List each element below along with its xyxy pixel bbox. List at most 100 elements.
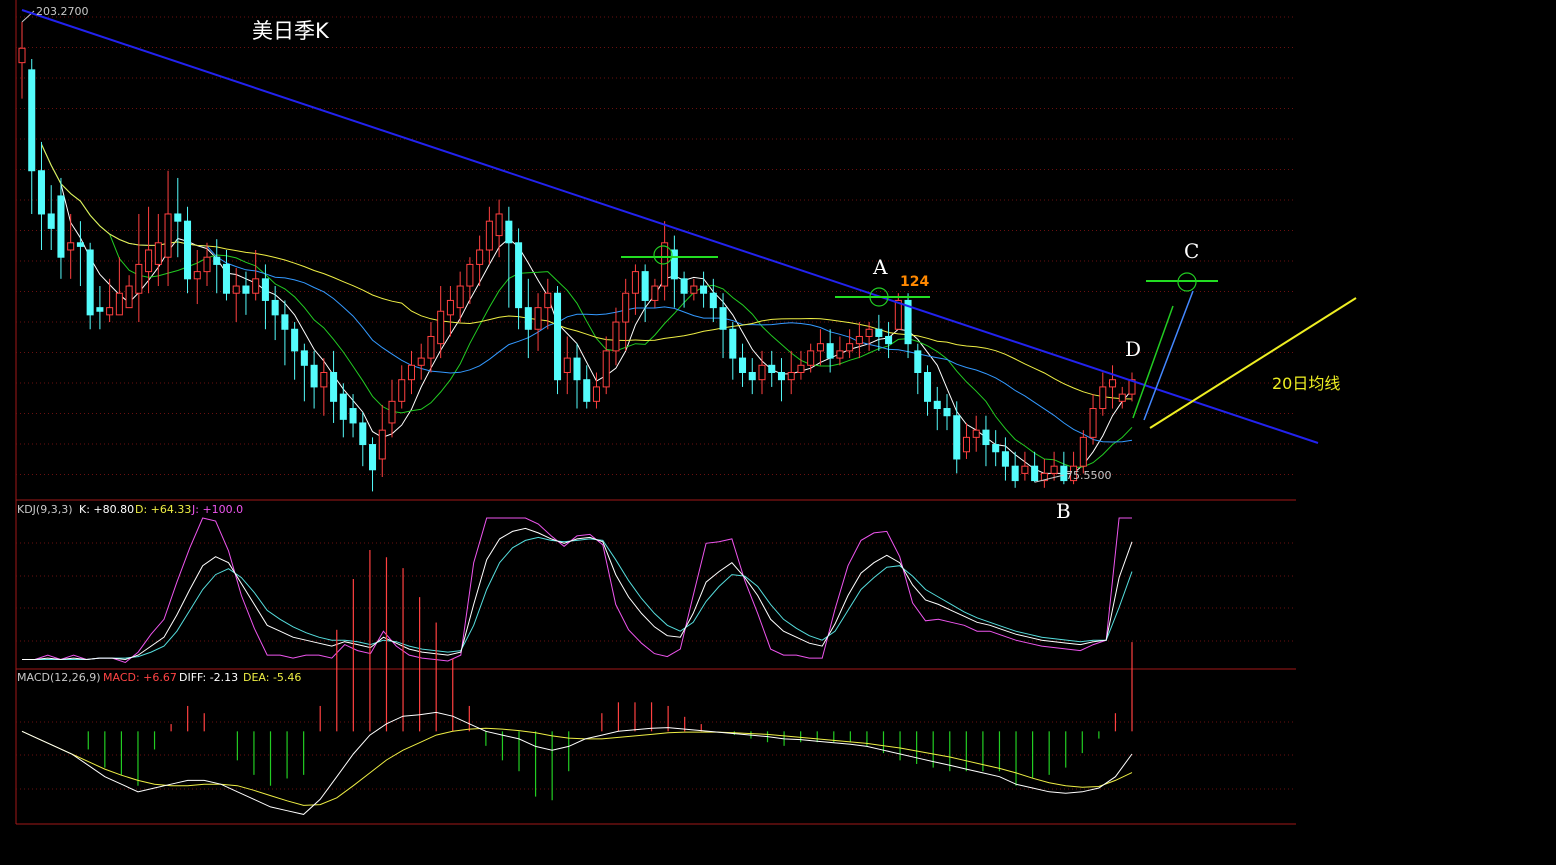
candle [193, 250, 201, 305]
candle-body-up [193, 271, 201, 280]
candle-body-down [28, 69, 36, 172]
candle-body-down [369, 444, 377, 471]
candle-body-down [86, 249, 94, 316]
candle [86, 242, 94, 330]
candle [758, 350, 766, 395]
candle-body-down [729, 328, 737, 359]
macd-label: MACD(12,26,9) [17, 671, 101, 684]
candle [836, 336, 844, 366]
candle-body-down [992, 444, 1000, 453]
candle-body-down [933, 400, 941, 410]
candle-body-down [1011, 465, 1019, 482]
candle [47, 185, 55, 250]
candle-body-up [651, 285, 659, 301]
candle-body-up [106, 307, 114, 316]
candle-body-up [592, 386, 600, 402]
candle-body-down [300, 350, 308, 366]
candle [515, 228, 523, 330]
candle [534, 293, 542, 351]
kdj-j-value: J: +100.0 [191, 503, 243, 516]
candle-body-up [1079, 436, 1087, 467]
candle [67, 213, 75, 279]
candle [573, 343, 581, 409]
candle [330, 350, 338, 423]
candle-body-down [943, 408, 951, 417]
candle [855, 322, 863, 359]
candle-body-up [1089, 408, 1097, 438]
candle [943, 394, 951, 431]
candle [563, 336, 571, 395]
candle [914, 343, 922, 395]
candle [924, 365, 932, 416]
candle [904, 293, 912, 359]
candle [174, 177, 182, 258]
candle [992, 430, 1000, 467]
level-124-label: 124 [900, 274, 929, 290]
candle-body-up [135, 263, 143, 294]
candle [203, 242, 211, 287]
candle [495, 199, 503, 258]
candle-body-up [1118, 393, 1126, 402]
candle-body-down [359, 422, 367, 446]
moving-average-lines [41, 144, 1133, 474]
candle [505, 206, 513, 308]
candle [106, 278, 114, 323]
candle-body-up [855, 335, 863, 345]
candle-body-up [466, 263, 474, 287]
macd-dea-line [21, 727, 1133, 806]
candle-body-down [885, 335, 893, 345]
candle-body-up [1099, 386, 1107, 410]
kline-chart: 美日季K 203.2700 75.5500 A 124 B C D 20日均线 … [15, 0, 1357, 825]
candle-body-down [826, 343, 834, 359]
candle [651, 278, 659, 308]
candle [1040, 458, 1048, 488]
candle [1011, 451, 1019, 488]
candle [164, 170, 172, 287]
candle-body-up [154, 242, 162, 265]
candle [115, 257, 123, 316]
candle [612, 307, 620, 366]
candle [1128, 372, 1136, 402]
macd-diff-line [21, 711, 1133, 815]
projection-line-green [1132, 305, 1174, 419]
candle-body-down [213, 256, 221, 265]
candle [252, 250, 260, 301]
candle [28, 59, 36, 214]
candle [310, 350, 318, 409]
candle-body-up [485, 220, 493, 251]
candle [885, 322, 893, 359]
candle-body-up [544, 292, 552, 309]
candle-body-down [339, 393, 347, 420]
candle [787, 350, 795, 395]
candle-body-down [57, 195, 65, 258]
macd-dea-value: DEA: -5.46 [243, 671, 301, 684]
candle-body-down [96, 307, 104, 312]
candle [631, 264, 639, 315]
candle [846, 329, 854, 359]
candle [485, 206, 493, 265]
candle-body-up [758, 364, 766, 381]
candle-body-up [602, 350, 610, 388]
candle-body-up [476, 249, 484, 265]
candle-body-up [846, 343, 854, 352]
kdj-panel: KDJ(9,3,3) K: +80.80 D: +64.33 J: +100.0 [17, 503, 1133, 664]
candle [962, 422, 970, 459]
candle-body-down [748, 372, 756, 381]
candle-body-down [174, 213, 182, 222]
candle-body-down [47, 213, 55, 229]
candle-body-up [962, 436, 970, 453]
candle [583, 365, 591, 409]
candle [729, 322, 737, 380]
chart-title: 美日季K [252, 19, 330, 43]
candle-body-up [456, 285, 464, 309]
candle-body-down [573, 357, 581, 381]
candle-body-up [797, 364, 805, 374]
candle-body-down [768, 364, 776, 374]
projection-line-blue [1143, 290, 1194, 421]
candle [18, 22, 26, 99]
candle-body-up [1021, 465, 1029, 474]
candle-body-up [446, 299, 454, 316]
point-a-label: A [872, 255, 888, 279]
kdj-label: KDJ(9,3,3) [17, 503, 73, 516]
candle [680, 271, 688, 308]
